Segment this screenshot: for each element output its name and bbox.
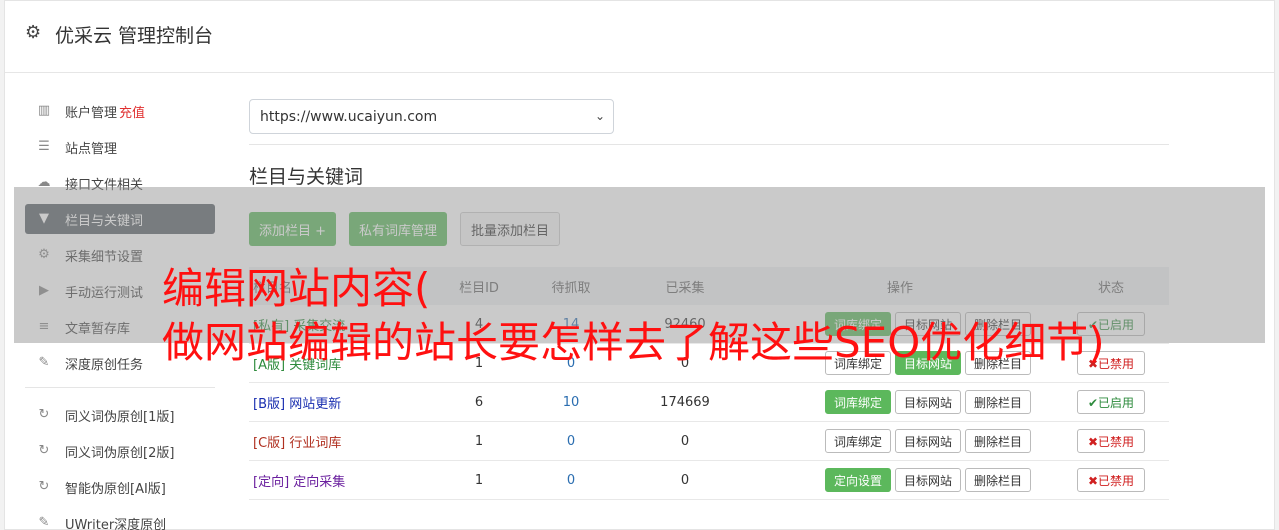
sidebar-item-label: 同义词伪原创[1版] — [65, 409, 175, 425]
column-name[interactable]: [定向] 定向采集 — [249, 471, 439, 490]
pending-count[interactable]: 10 — [519, 395, 623, 410]
edit-icon: ✎ — [38, 515, 50, 530]
column-id: 6 — [474, 394, 484, 410]
status-toggle[interactable]: ✔已启用 — [1076, 390, 1146, 414]
recharge-link[interactable]: 充值 — [119, 102, 145, 121]
section-title: 栏目与关键词 — [249, 166, 364, 188]
pending-count[interactable]: 0 — [519, 434, 623, 449]
collected-count: 174669 — [660, 394, 710, 410]
collected-count: 0 — [680, 472, 690, 488]
target-site-button[interactable]: 目标网站 — [894, 468, 961, 492]
server-icon: ☰ — [38, 139, 50, 154]
site-select-value: https://www.ucaiyun.com — [260, 108, 438, 125]
header: ⚙ 优采云 管理控制台 — [5, 1, 1274, 73]
refresh-icon: ↻ — [38, 443, 50, 458]
edit-icon: ✎ — [38, 355, 50, 370]
bind-lib-button[interactable]: 词库绑定 — [824, 429, 891, 453]
sidebar-item-label: 站点管理 — [65, 141, 118, 157]
sidebar-item-account[interactable]: ▥ 账户管理 充值 — [25, 96, 215, 126]
delete-column-button[interactable]: 删除栏目 — [964, 468, 1031, 492]
gear-icon: ⚙ — [25, 22, 42, 43]
status-toggle[interactable]: ✖已禁用 — [1076, 468, 1146, 492]
target-site-button[interactable]: 目标网站 — [894, 390, 961, 414]
sidebar-item-label: 账户管理 — [65, 105, 118, 121]
status-toggle[interactable]: ✖已禁用 — [1076, 429, 1146, 453]
sidebar-item-sites[interactable]: ☰ 站点管理 — [25, 132, 215, 162]
page-title: 优采云 管理控制台 — [55, 25, 214, 47]
row-actions: 词库绑定 目标网站 删除栏目 — [747, 390, 1053, 414]
sidebar-item-ai-original[interactable]: ↻ 智能伪原创[AI版] — [25, 472, 215, 502]
pending-count[interactable]: 0 — [519, 473, 623, 488]
sidebar-item-uwriter[interactable]: ✎ UWriter深度原创 — [25, 508, 215, 530]
sidebar-item-label: UWriter深度原创 — [65, 517, 167, 530]
row-actions: 词库绑定 目标网站 删除栏目 — [747, 429, 1053, 453]
sidebar-item-label: 同义词伪原创[2版] — [65, 445, 175, 461]
delete-column-button[interactable]: 删除栏目 — [964, 390, 1031, 414]
collected-count: 0 — [680, 433, 690, 449]
bind-lib-button[interactable]: 词库绑定 — [824, 390, 891, 414]
table-row: [定向] 定向采集 1 0 0 定向设置 目标网站 删除栏目 ✖已禁用 — [249, 461, 1169, 500]
table-row: [C版] 行业词库 1 0 0 词库绑定 目标网站 删除栏目 ✖已禁用 — [249, 422, 1169, 461]
directional-settings-button[interactable]: 定向设置 — [824, 468, 891, 492]
site-select[interactable]: https://www.ucaiyun.com ⌄ — [249, 99, 614, 134]
refresh-icon: ↻ — [38, 407, 50, 422]
column-name[interactable]: [C版] 行业词库 — [249, 432, 439, 451]
table-row: [B版] 网站更新 6 10 174669 词库绑定 目标网站 删除栏目 ✔已启… — [249, 383, 1169, 422]
delete-column-button[interactable]: 删除栏目 — [964, 429, 1031, 453]
bar-chart-icon: ▥ — [37, 103, 51, 118]
sidebar-item-synonym-v1[interactable]: ↻ 同义词伪原创[1版] — [25, 400, 215, 430]
sidebar-item-label: 深度原创任务 — [65, 357, 144, 373]
overlay-line-1: 编辑网站内容( — [162, 264, 431, 313]
column-id: 1 — [474, 433, 484, 449]
chevron-down-icon: ⌄ — [594, 109, 605, 123]
target-site-button[interactable]: 目标网站 — [894, 429, 961, 453]
sidebar-divider — [25, 387, 215, 388]
column-name[interactable]: [B版] 网站更新 — [249, 393, 439, 412]
refresh-icon: ↻ — [38, 479, 50, 494]
sidebar-item-synonym-v2[interactable]: ↻ 同义词伪原创[2版] — [25, 436, 215, 466]
row-actions: 定向设置 目标网站 删除栏目 — [747, 468, 1053, 492]
divider — [249, 144, 1169, 145]
sidebar-item-label: 智能伪原创[AI版] — [65, 481, 166, 497]
overlay-caption: 编辑网站内容( 做网站编辑的站长要怎样去了解这些SEO优化细节) — [162, 262, 1105, 370]
column-id: 1 — [474, 472, 484, 488]
overlay-line-2: 做网站编辑的站长要怎样去了解这些SEO优化细节) — [162, 318, 1105, 367]
